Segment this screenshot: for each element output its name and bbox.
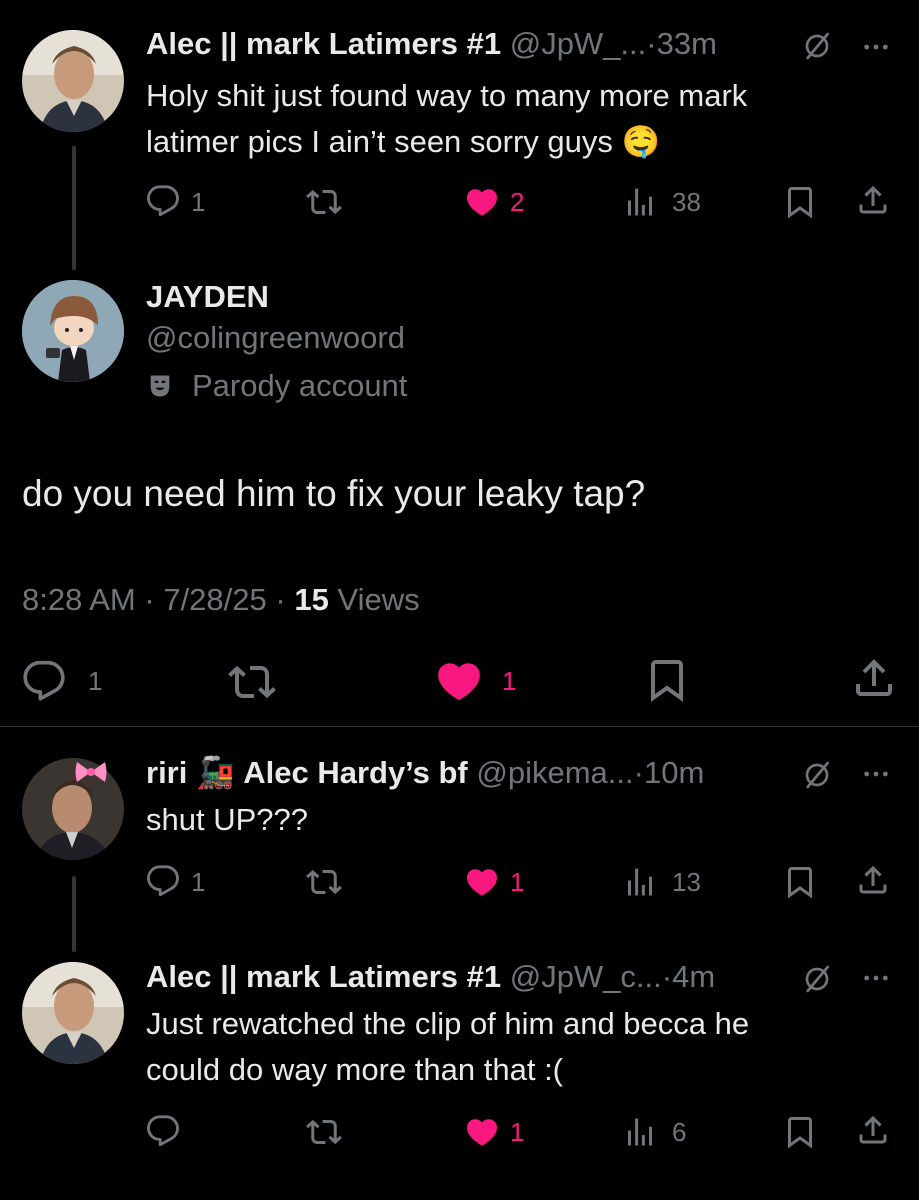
handle[interactable]: @pikema... [476,755,633,790]
drooling-emoji: 🤤 [621,124,661,159]
views-label: Views [337,582,420,617]
reply-count: 1 [88,666,103,696]
bookmark-icon[interactable] [782,1114,818,1150]
handle[interactable]: @JpW_... [510,26,647,61]
tweet-header: Alec || mark Latimers #1 @JpW_...·33m [146,22,717,66]
avatar-alec-photo [22,30,124,132]
avatar-jayden-drawing [22,280,124,382]
heart-icon[interactable] [464,1114,500,1150]
slashed-circle-icon[interactable] [801,963,833,995]
slashed-circle-icon[interactable] [801,759,833,791]
handle[interactable]: @JpW_c... [510,959,662,994]
more-dots-icon[interactable] [860,31,892,63]
views-count: 13 [672,867,701,897]
display-name-part[interactable]: riri [146,755,187,790]
parody-badge: Parody account [146,366,407,406]
tweet-text: shut UP??? [146,802,308,837]
dot-separator: · [633,755,644,790]
views-bars-icon[interactable] [622,1114,658,1150]
timestamp[interactable]: 4m [672,959,715,994]
views-bars-icon[interactable] [622,864,658,900]
like-count: 2 [510,187,525,217]
tweet-time[interactable]: 8:28 AM [22,582,136,617]
share-icon[interactable] [855,862,891,898]
thread-connector [72,146,76,270]
parody-label: Parody account [192,368,408,403]
tweet-divider [0,726,919,727]
retweet-icon[interactable] [306,184,342,220]
views-count: 38 [672,187,701,217]
avatar-alec-photo [22,962,124,1064]
tweet-text-line: latimer pics I ain’t seen sorry guys [146,124,613,159]
avatar-riri[interactable] [22,758,124,860]
more-dots-icon[interactable] [860,758,892,790]
like-count: 1 [510,1117,525,1147]
tweet-header: Alec || mark Latimers #1 @JpW_c...·4m [146,955,715,999]
train-emoji: 🚂 [195,755,235,790]
bookmark-icon[interactable] [782,864,818,900]
tweet-date[interactable]: 7/28/25 [163,582,266,617]
avatar-alec[interactable] [22,962,124,1064]
views-number: 15 [294,582,329,617]
tweet-header: riri 🚂 Alec Hardy’s bf @pikema...·10m [146,751,704,795]
retweet-icon[interactable] [306,1114,342,1150]
avatar-riri-photo [22,758,124,860]
tweet-text: do you need him to fix your leaky tap? [22,473,646,514]
slashed-circle-icon[interactable] [801,30,833,62]
bookmark-icon[interactable] [782,184,818,220]
like-count: 1 [502,666,517,696]
share-icon[interactable] [855,1112,891,1148]
thread-connector [72,876,76,952]
retweet-icon[interactable] [306,864,342,900]
reply-bubble-icon[interactable] [146,1114,180,1148]
timestamp[interactable]: 10m [644,755,704,790]
tweet-text: Holy shit just found way to many more ma… [146,73,747,165]
tweet-meta: 8:28 AM · 7/28/25 · 15 Views [22,580,420,620]
dot-separator: · [646,26,657,61]
heart-icon[interactable] [434,656,484,706]
handle[interactable]: @colingreenwoord [146,318,405,358]
bookmark-icon[interactable] [643,656,691,704]
like-count: 1 [510,867,525,897]
reply-bubble-icon[interactable] [146,184,180,218]
reply-bubble-icon[interactable] [22,659,66,703]
reply-count: 1 [191,187,206,217]
tweet-text-line: Holy shit just found way to many more ma… [146,78,748,113]
more-dots-icon[interactable] [860,962,892,994]
parody-mask-icon [150,375,170,397]
display-name[interactable]: Alec || mark Latimers #1 [146,26,501,61]
tweet-text-line: could do way more than that :( [146,1052,564,1087]
display-name[interactable]: JAYDEN [146,277,269,317]
dot-separator: · [275,582,286,617]
tweet-text: Just rewatched the clip of him and becca… [146,1001,749,1093]
avatar-alec[interactable] [22,30,124,132]
reply-bubble-icon[interactable] [146,864,180,898]
dot-separator: · [144,582,155,617]
views-count: 6 [672,1117,687,1147]
heart-icon[interactable] [464,184,500,220]
heart-icon[interactable] [464,864,500,900]
retweet-icon[interactable] [228,658,276,706]
share-icon[interactable] [855,182,891,218]
views-bars-icon[interactable] [622,184,658,220]
display-name-part[interactable]: Alec Hardy’s bf [243,755,468,790]
timestamp[interactable]: 33m [657,26,717,61]
pink-bow-icon [75,762,107,782]
dot-separator: · [661,959,673,994]
share-icon[interactable] [850,654,898,702]
tweet-text-line: Just rewatched the clip of him and becca… [146,1006,750,1041]
avatar-jayden[interactable] [22,280,124,382]
display-name[interactable]: Alec || mark Latimers #1 [146,959,501,994]
reply-count: 1 [191,867,206,897]
